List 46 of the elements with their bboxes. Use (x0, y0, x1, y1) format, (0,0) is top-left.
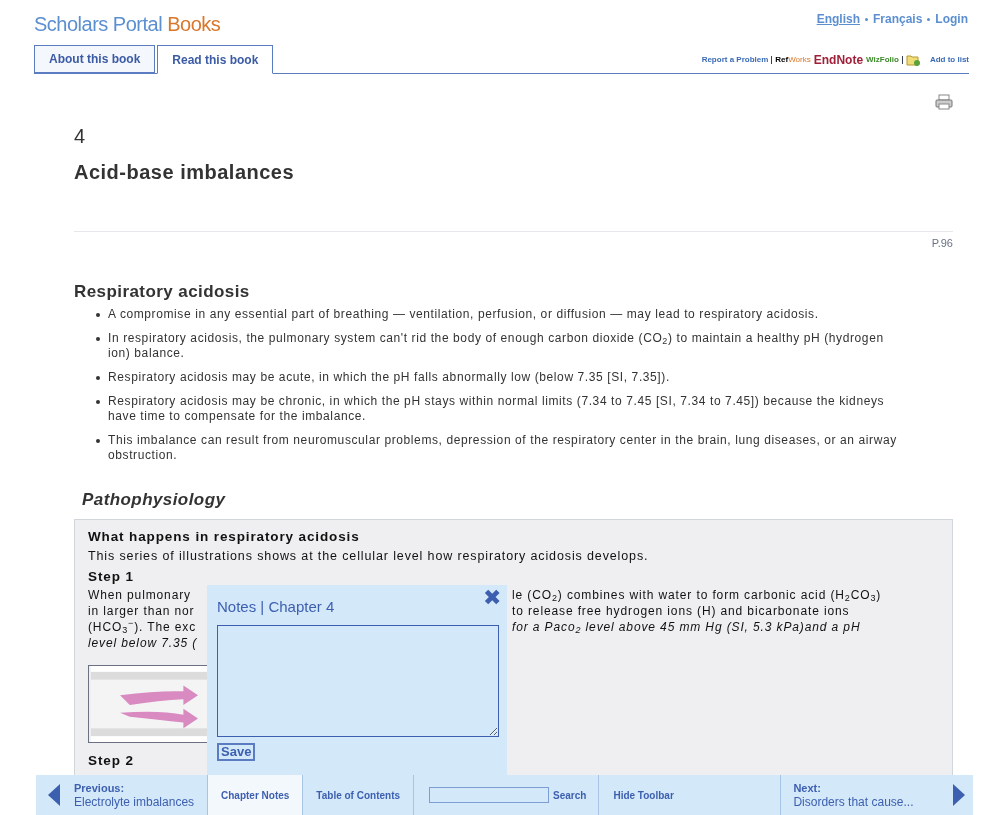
endnote-link[interactable]: EndNote (813, 51, 864, 69)
site-logo[interactable]: Scholars Portal Books (34, 9, 221, 39)
step-text: in larger than nor (88, 602, 196, 619)
bullet-text: In respiratory acidosis, the pulmonary system can't rid the body of enough carbon dioxide (CO$_{2}$) to maintain a healthy pH (hydrogen ion) balance. (108, 331, 885, 361)
close-button[interactable]: ✖ (483, 587, 501, 609)
left-arrow-icon (48, 784, 60, 806)
notes-title: Notes | Chapter 4 (217, 598, 335, 616)
step-text: to release free hydrogen ions (H) and bicarbonate ions (512, 602, 850, 619)
next-link[interactable]: Next: Disorders that cause... (781, 775, 973, 815)
subsection-heading: Pathophysiology (82, 489, 227, 511)
step-text: (HCO$_{3}$$^{−}$). The exc (88, 618, 198, 635)
tab[interactable]: Read this book (157, 45, 274, 74)
add-to-list-link[interactable]: Add to list (929, 54, 969, 66)
toolbar-tab[interactable]: Chapter Notes (208, 775, 304, 815)
language-link[interactable]: Français (873, 10, 923, 28)
bullet-text: A compromise in any essential part of breathing — ventilation, perfusion, or diffusion — may lead to respiratory acidosis. (108, 307, 819, 322)
notes-field[interactable] (217, 625, 499, 737)
panel-intro: This series of illustrations shows at the cellular level how respiratory acidosis develops. (88, 547, 650, 565)
wizfolio-link[interactable]: WizFolio (866, 54, 899, 66)
step-text: for a Paco$_{2}$ level above 45 mm Hg (SI, 5.3 kPa)and a pH (512, 618, 861, 635)
bullet-text: Respiratory acidosis may be chronic, in which the pH stays within normal limits (7.34 to 7.45 [SI, 7.34 to 7.45]) because the kidneys have time to compensate for the imbalance. (108, 394, 886, 424)
bullet-text: This imbalance can result from neuromuscular problems, depression of the respiratory center in the brain, lung diseases, or an airway obstruction. (108, 433, 898, 463)
search-button[interactable]: Search (553, 787, 587, 803)
save-button[interactable]: Save (217, 743, 256, 761)
refworks-link[interactable]: RefWorks (775, 54, 811, 66)
hide-toolbar-button[interactable]: Hide Toolbar (599, 775, 782, 815)
step-heading: Step 1 (88, 567, 134, 586)
print-icon[interactable] (935, 94, 953, 110)
right-arrow-icon (953, 784, 965, 806)
step-heading: Step 2 (88, 751, 134, 770)
report-link[interactable]: Report a Problem (701, 54, 769, 66)
chapter-number: 4 (74, 124, 87, 149)
section-heading: Respiratory acidosis (74, 280, 251, 303)
search-field[interactable] (429, 787, 550, 803)
language-link[interactable]: Login (935, 10, 968, 28)
tab[interactable]: About this book (34, 45, 156, 73)
panel-title: What happens in respiratory acidosis (88, 527, 361, 546)
bullet-text: Respiratory acidosis may be acute, in which the pH falls abnormally low (below 7.35 [SI, 7.35]). (108, 370, 670, 385)
step-text: level below 7.35 ( (88, 634, 199, 651)
toolbar-tab[interactable]: Table of Contents (303, 775, 415, 815)
folder-add-icon[interactable] (905, 54, 921, 66)
chapter-title: Acid-base imbalances (74, 160, 295, 185)
step-text: When pulmonary (88, 586, 192, 603)
step-text: le (CO$_{2}$) combines with water to form carbonic acid (H$_{2}$CO$_{3}$) (512, 586, 882, 603)
language-link[interactable]: English (816, 10, 860, 28)
page-number: P.96 (931, 236, 953, 251)
